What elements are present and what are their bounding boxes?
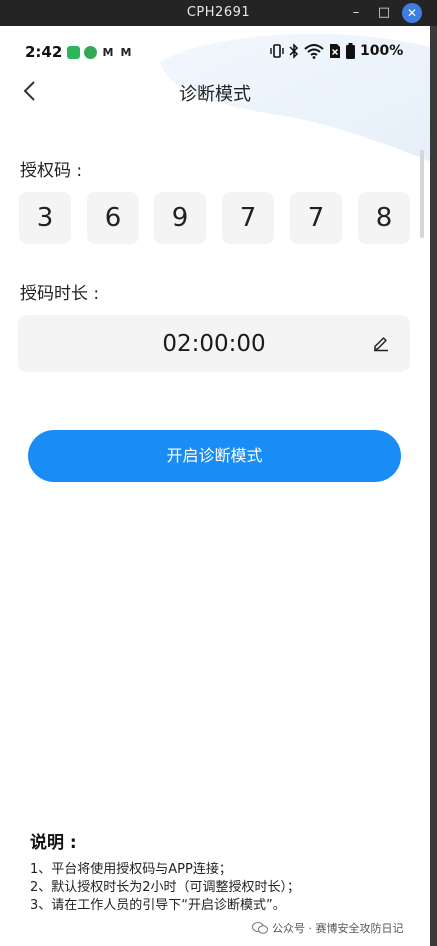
window-title: CPH2691 xyxy=(186,5,251,20)
scrollbar-thumb[interactable] xyxy=(420,150,424,238)
status-time: 2:42 xyxy=(25,43,63,61)
code-digit: 6 xyxy=(87,192,139,244)
app-notification-icon xyxy=(84,45,97,59)
battery-percent: 100% xyxy=(360,43,404,59)
vibrate-icon xyxy=(270,44,284,58)
minimize-icon[interactable]: – xyxy=(346,3,366,23)
note-item: 1、平台将使用授权码与APP连接； xyxy=(30,862,232,877)
close-icon[interactable]: ✕ xyxy=(402,3,422,23)
gmail-icon: M xyxy=(120,45,132,59)
code-digit: 7 xyxy=(290,192,342,244)
no-sim-icon xyxy=(330,44,340,58)
code-digit: 3 xyxy=(19,192,71,244)
watermark-text: 公众号 · 赛博安全攻防日记 xyxy=(272,922,404,935)
edit-icon[interactable] xyxy=(372,334,390,352)
duration-field[interactable]: 02:00:00 xyxy=(18,315,410,372)
status-icons: 100% xyxy=(270,42,403,60)
notes-list: 1、平台将使用授权码与APP连接； 2、默认授权时长为2小时（可调整授权时长）；… xyxy=(30,861,425,915)
status-bar: 2:42 M M 100% xyxy=(0,26,430,76)
window-titlebar: CPH2691 – □ ✕ xyxy=(0,0,437,26)
gmail-icon: M xyxy=(102,45,114,59)
page-title: 诊断模式 xyxy=(179,84,251,105)
phone-screen: 2:42 M M 100% 诊断模式 授权码: 3 6 9 7 7 8 授码时… xyxy=(0,26,430,946)
code-digit: 8 xyxy=(358,192,410,244)
wifi-icon xyxy=(304,44,324,59)
auth-code-label: 授权码 : xyxy=(20,161,83,181)
duration-label: 授码时长 : xyxy=(20,284,100,304)
wechat-icon xyxy=(252,922,268,934)
bluetooth-icon xyxy=(289,43,299,59)
notification-icons: M M xyxy=(67,45,133,59)
note-item: 2、默认授权时长为2小时（可调整授权时长）； xyxy=(30,880,301,895)
code-digit: 7 xyxy=(222,192,274,244)
app-notification-icon xyxy=(67,45,80,59)
note-item: 3、请在工作人员的引导下“开启诊断模式”。 xyxy=(30,898,286,913)
window-edge xyxy=(430,26,437,946)
start-diagnostic-button[interactable]: 开启诊断模式 xyxy=(28,430,401,482)
code-digit: 9 xyxy=(154,192,206,244)
duration-value: 02:00:00 xyxy=(162,331,266,357)
auth-code-digits: 3 6 9 7 7 8 xyxy=(19,192,419,244)
battery-icon xyxy=(346,43,355,59)
notes-title: 说明 : xyxy=(30,833,77,853)
watermark: 公众号 · 赛博安全攻防日记 xyxy=(252,920,404,936)
maximize-icon[interactable]: □ xyxy=(374,3,394,23)
